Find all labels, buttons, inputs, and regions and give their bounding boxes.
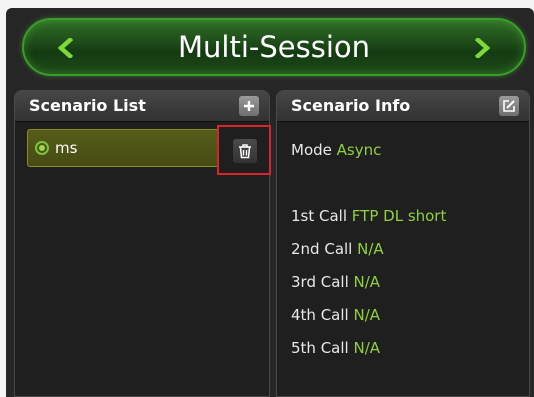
call-value: N/A [353,273,381,291]
call-value: N/A [357,240,384,258]
mode-row: Mode Async [291,139,381,161]
delete-highlight-box [217,125,271,175]
delete-scenario-button[interactable] [233,139,257,163]
scenario-info-header: Scenario Info [277,91,529,122]
trash-icon [239,144,251,159]
call-value: N/A [353,339,381,357]
edit-scenario-button[interactable] [499,96,519,116]
call-label: 5th Call [291,339,349,357]
edit-icon [503,100,515,112]
scenario-list-title: Scenario List [29,96,146,115]
call-row-5: 5th Call N/A [291,337,380,359]
selected-radio-icon [35,141,49,155]
call-value: FTP DL short [351,207,447,225]
call-value: N/A [353,306,381,324]
session-header: Multi-Session [22,18,526,76]
scenario-info-panel: Scenario Info Mode Async 1st Call FTP DL… [276,90,530,397]
add-scenario-button[interactable] [239,96,259,116]
plus-icon [244,101,254,111]
scenario-list-header: Scenario List [15,91,269,122]
page-title: Multi-Session [178,30,370,64]
call-row-2: 2nd Call N/A [291,238,384,260]
chevron-right-icon[interactable] [472,38,492,58]
call-row-3: 3rd Call N/A [291,271,380,293]
scenario-list-item[interactable]: ms [27,129,219,167]
scenario-list-panel: Scenario List ms [14,90,271,397]
scenario-item-label: ms [55,139,78,157]
scenario-info-title: Scenario Info [291,96,411,115]
call-label: 3rd Call [291,273,349,291]
call-label: 2nd Call [291,240,353,258]
call-row-1: 1st Call FTP DL short [291,205,446,227]
call-label: 4th Call [291,306,349,324]
call-label: 1st Call [291,207,348,225]
mode-label: Mode [291,141,332,159]
mode-value: Async [336,141,382,159]
call-row-4: 4th Call N/A [291,304,380,326]
